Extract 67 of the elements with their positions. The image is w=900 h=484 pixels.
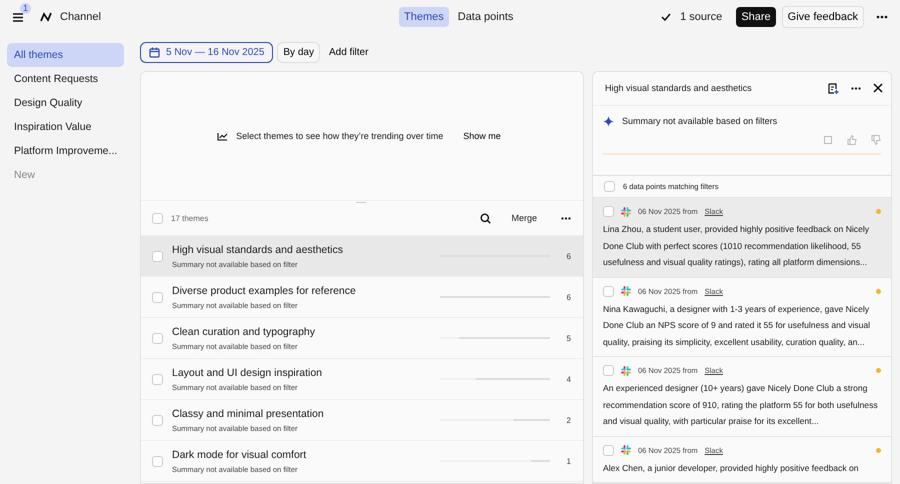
view-tab[interactable]: Themes [399,7,449,27]
row-checkbox[interactable] [152,374,163,384]
more-icon[interactable] [561,216,571,220]
menu-icon[interactable] [12,12,24,23]
channel-label: Channel [60,11,101,23]
row-checkbox[interactable] [152,332,163,344]
share-button[interactable]: Share [736,7,776,27]
date-range-button[interactable]: 5 Nov — 16 Nov 2025 [140,42,274,63]
sidebar-item[interactable]: Inspiration Value [7,115,124,139]
theme-title: Diverse product examples for reference [172,284,357,296]
summary-message: Summary not available based on filters [622,116,778,126]
theme-title: Dark mode for visual comfort [172,448,308,460]
show-me-button[interactable]: Show me [457,130,507,142]
data-point-card[interactable] [593,198,891,278]
hash-logo-icon [621,286,631,296]
check-icon [661,13,672,21]
feedback-button[interactable]: Give feedback [782,6,864,28]
theme-count-value: 4 [566,374,571,384]
notification-badge: 1 [20,3,32,14]
detail-title: High visual standards and aesthetics [605,83,753,94]
merge-button[interactable]: Merge [505,212,543,224]
row-checkbox[interactable] [152,250,163,262]
sparkle-icon [603,116,614,127]
thumbs-down-icon[interactable] [871,134,881,145]
hash-logo-icon [621,206,631,217]
trend-message: Select themes to see how they’re trending over time [236,131,444,141]
theme-count-value: 6 [566,252,571,260]
add-filter-button[interactable]: Add filter [324,43,374,62]
row-checkbox[interactable] [603,286,614,297]
data-point-text: An experienced designer (10+ years) gave Nicely Done Club a strong recommendation score of 910, rating the platform 55 for both usefulness and visual quality, with particular praise for its excellent... [603,382,879,428]
theme-count-value: 2 [566,416,571,424]
theme-title: Classy and minimal presentation [172,408,325,420]
select-all-checkbox[interactable] [604,180,615,192]
sidebar-item[interactable]: Platform Improveme... [7,139,124,163]
theme-title: Clean curation and typography [172,326,316,338]
theme-count: 17 themes [171,214,210,222]
theme-count-value: 5 [566,334,571,342]
theme-title: High visual standards and aesthetics [172,244,344,256]
close-icon[interactable] [873,83,883,94]
theme-count-value: 1 [566,456,571,466]
view-tab[interactable]: Data points [452,7,518,27]
more-icon[interactable] [876,15,888,19]
theme-count-value: 6 [566,292,571,302]
sidebar-item[interactable]: Content Requests [7,67,124,91]
hash-logo-icon [621,445,631,456]
row-checkbox[interactable] [152,414,163,426]
row-checkbox[interactable] [603,365,614,376]
theme-title: Layout and UI design inspiration [172,366,324,378]
thumbs-up-icon[interactable] [847,134,857,145]
row-checkbox[interactable] [603,444,614,456]
more-icon[interactable] [851,86,861,90]
row-checkbox[interactable] [603,206,614,218]
search-icon[interactable] [480,212,492,224]
sidebar-item[interactable]: Design Quality [7,91,124,115]
row-checkbox[interactable] [152,456,163,466]
trend-line-icon [40,11,52,23]
data-point-text: Alex Chen, a junior developer, provided highly positive feedback on [603,462,860,475]
select-all-checkbox[interactable] [152,212,163,224]
data-point-text: Nina Kawaguchi, a designer with 1-3 years of experience, gave Nicely Done Club an NPS score of 9 and rated it 55 for usefulness and visual quality, praising its simplicity, excellent usability, curation quality, an... [603,302,872,349]
grouping-button[interactable]: By day [277,42,320,63]
row-checkbox[interactable] [152,292,163,302]
hash-logo-icon [621,366,631,376]
line-chart-icon [217,132,228,140]
data-point-text: Lina Zhou, a student user, provided highly positive feedback on Nicely Done Club with perfect scores (1010 recommendation likelihood, 55 usefulness and visual quality ratings), rating all platform dimensions... [603,223,870,270]
sidebar-item[interactable]: All themes [7,43,124,67]
calendar-icon [149,47,160,58]
source-label[interactable]: 1 source [680,11,722,23]
